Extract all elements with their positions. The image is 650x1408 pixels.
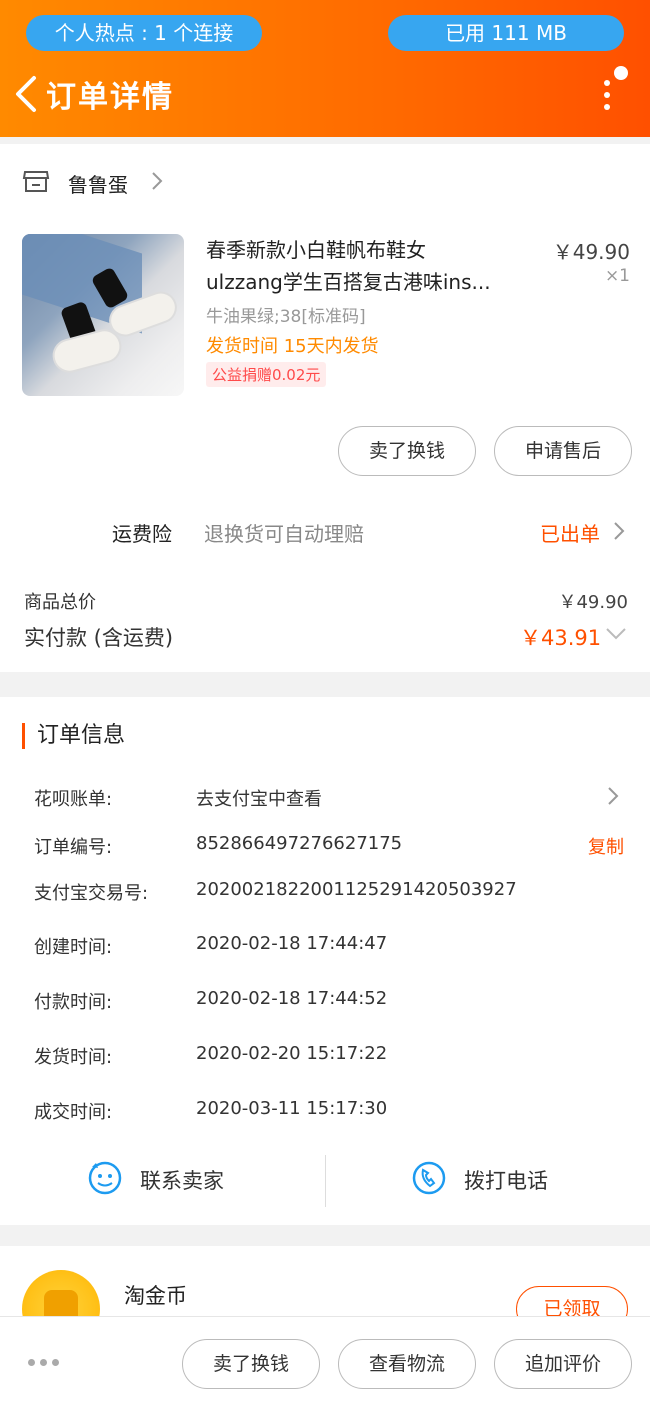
info-value: 2020-03-11 15:17:30 bbox=[196, 1098, 388, 1119]
info-label: 付款时间: bbox=[34, 992, 113, 1013]
info-value: 2020-02-18 17:44:47 bbox=[196, 933, 388, 954]
hotspot-pill: 个人热点 : 1 个连接 bbox=[26, 15, 262, 51]
product-image[interactable] bbox=[22, 234, 184, 396]
info-label: 创建时间: bbox=[34, 937, 113, 958]
info-value: 2020021822001125291420503927 bbox=[196, 879, 517, 900]
info-label: 支付宝交易号: bbox=[34, 883, 149, 904]
info-value-link[interactable]: 去支付宝中查看 bbox=[196, 785, 322, 811]
info-label: 成交时间: bbox=[34, 1102, 113, 1123]
insurance-desc: 退换货可自动理赔 bbox=[204, 522, 364, 546]
goods-total-label: 商品总价 bbox=[24, 592, 96, 613]
shop-link[interactable]: 鲁鲁蛋 bbox=[22, 168, 164, 198]
info-label: 订单编号: bbox=[34, 837, 113, 858]
product-title-line2[interactable]: ulzzang学生百搭复古港味ins... bbox=[206, 266, 526, 295]
insurance-label: 运费险 bbox=[112, 522, 172, 546]
back-arrow-icon[interactable] bbox=[8, 72, 48, 116]
call-button[interactable]: 拨打电话 bbox=[410, 1155, 548, 1205]
add-review-button[interactable]: 追加评价 bbox=[494, 1339, 632, 1389]
sell-for-cash-button[interactable]: 卖了换钱 bbox=[338, 426, 476, 476]
copy-button[interactable]: 复制 bbox=[588, 833, 624, 859]
chevron-right-icon[interactable] bbox=[612, 520, 626, 546]
view-logistics-button[interactable]: 查看物流 bbox=[338, 1339, 476, 1389]
insurance-status[interactable]: 已出单 bbox=[540, 518, 600, 547]
chevron-down-icon[interactable] bbox=[604, 626, 628, 646]
phone-icon bbox=[410, 1159, 448, 1202]
info-value: 2020-02-18 17:44:52 bbox=[196, 988, 388, 1009]
contact-seller-button[interactable]: 联系卖家 bbox=[86, 1155, 224, 1205]
call-label: 拨打电话 bbox=[464, 1169, 548, 1193]
info-label: 发货时间: bbox=[34, 1047, 113, 1068]
bottom-action-bar: 卖了换钱 查看物流 追加评价 bbox=[0, 1316, 650, 1408]
after-sale-button[interactable]: 申请售后 bbox=[494, 426, 632, 476]
more-menu-icon[interactable] bbox=[598, 66, 628, 116]
ship-time: 发货时间 15天内发货 bbox=[206, 336, 379, 357]
info-value: 852866497276627175 bbox=[196, 833, 403, 854]
chat-icon bbox=[86, 1159, 124, 1202]
order-info-card: 订单信息 花呗账单: 去支付宝中查看 订单编号: 852866497276627… bbox=[0, 697, 650, 1225]
shop-name: 鲁鲁蛋 bbox=[68, 172, 128, 197]
data-usage-pill: 已用 111 MB bbox=[388, 15, 624, 51]
order-info-title: 订单信息 bbox=[22, 723, 125, 749]
contact-seller-label: 联系卖家 bbox=[140, 1169, 224, 1193]
chevron-right-icon[interactable] bbox=[606, 785, 620, 811]
sell-for-cash-button[interactable]: 卖了换钱 bbox=[182, 1339, 320, 1389]
paid-value: ￥43.91 bbox=[520, 626, 602, 650]
page-title: 订单详情 bbox=[46, 80, 174, 115]
info-value: 2020-02-20 15:17:22 bbox=[196, 1043, 388, 1064]
chevron-right-icon bbox=[150, 170, 164, 196]
paid-label: 实付款 (含运费) bbox=[24, 626, 174, 650]
goods-total-value: ￥49.90 bbox=[558, 592, 628, 613]
shop-icon bbox=[22, 168, 50, 198]
app-header: 个人热点 : 1 个连接 已用 111 MB 订单详情 bbox=[0, 0, 650, 137]
product-sku: 牛油果绿;38[标准码] bbox=[206, 307, 366, 327]
divider bbox=[325, 1155, 326, 1207]
order-item-card: 鲁鲁蛋 春季新款小白鞋帆布鞋女 ulzzang学生百搭复古港味ins... ￥4… bbox=[0, 144, 650, 672]
product-title-line1[interactable]: 春季新款小白鞋帆布鞋女 bbox=[206, 234, 426, 263]
product-quantity: ×1 bbox=[604, 266, 630, 286]
product-price: ￥49.90 bbox=[552, 240, 630, 264]
charity-badge: 公益捐赠0.02元 bbox=[206, 362, 327, 387]
more-dots-icon[interactable] bbox=[28, 1353, 68, 1373]
coins-label: 淘金币 bbox=[124, 1284, 187, 1308]
info-label: 花呗账单: bbox=[34, 789, 113, 810]
